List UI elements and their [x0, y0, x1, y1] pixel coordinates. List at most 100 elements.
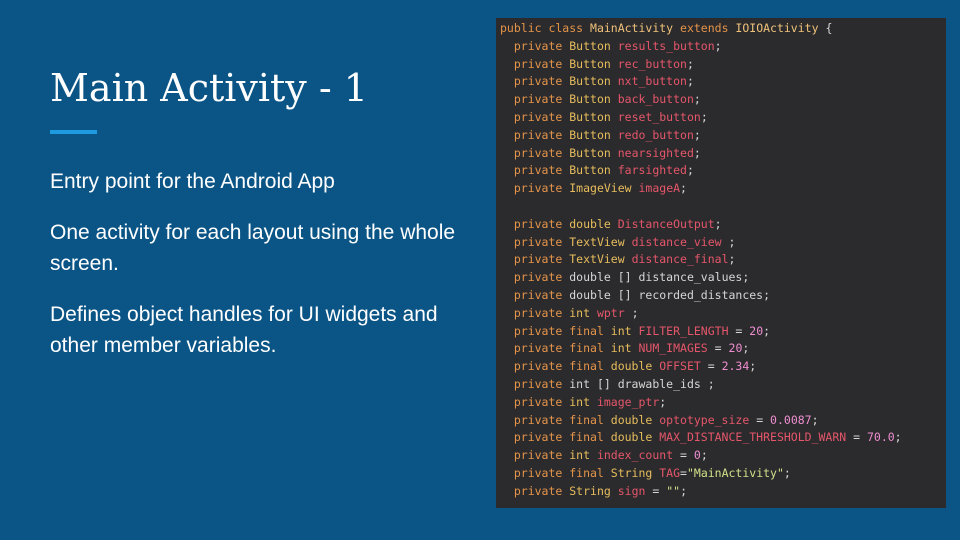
- code-token: ;: [714, 38, 722, 53]
- code-token: image_ptr: [596, 394, 660, 409]
- code-token: private: [500, 92, 570, 107]
- code-line: private final double MAX_DISTANCE_THRESH…: [500, 429, 902, 447]
- code-token: {: [818, 21, 833, 35]
- code-line: private final double optotype_size = 0.0…: [500, 412, 902, 430]
- code-token: =: [846, 430, 867, 445]
- code-token: =: [707, 341, 729, 356]
- code-token: double: [569, 216, 618, 231]
- code-token: nearsighted: [617, 145, 694, 160]
- code-token: int: [569, 394, 597, 409]
- code-token: distance_view: [631, 234, 722, 249]
- bullet-one-activity: One activity for each layout using the w…: [50, 221, 456, 275]
- code-line: private TextView distance_view ;: [500, 234, 902, 252]
- code-token: TextView: [569, 252, 632, 267]
- code-token: =: [673, 448, 694, 463]
- code-token: Button: [569, 109, 618, 124]
- code-token: ;: [700, 109, 708, 124]
- code-token: double [] recorded_distances;: [569, 287, 771, 302]
- code-line: private int wptr ;: [500, 305, 902, 323]
- code-token: int: [569, 448, 597, 463]
- code-token: String: [569, 483, 618, 498]
- code-token: reset_button: [617, 109, 701, 124]
- code-token: ;: [693, 127, 701, 142]
- code-line: private final int NUM_IMAGES = 20;: [500, 340, 902, 358]
- code-token: ;: [686, 163, 694, 178]
- code-token: ;: [700, 448, 708, 463]
- code-line: private Button nxt_button;: [500, 73, 902, 91]
- code-token: wptr: [596, 305, 625, 320]
- code-token: String: [610, 465, 660, 480]
- code-token: =: [749, 412, 771, 427]
- code-token: Button: [569, 92, 618, 107]
- code-token: 70.0: [866, 430, 895, 445]
- code-line: private Button reset_button;: [500, 109, 902, 127]
- code-token: =: [728, 323, 750, 338]
- code-token: IOIOActivity: [735, 21, 819, 35]
- code-listing: public class MainActivity extends IOIOAc…: [500, 20, 902, 501]
- code-token: private final: [500, 465, 611, 480]
- code-line: private final String TAG="MainActivity";: [500, 465, 902, 483]
- code-token: 20: [749, 323, 764, 338]
- code-token: private final: [500, 430, 611, 445]
- code-token: 20: [728, 341, 743, 356]
- code-token: ;: [783, 465, 791, 480]
- code-token: int [] drawable_ids ;: [569, 376, 715, 391]
- code-line: private double [] recorded_distances;: [500, 287, 902, 305]
- code-token: =: [700, 359, 722, 374]
- code-token: ;: [894, 430, 902, 445]
- code-token: back_button: [617, 92, 694, 107]
- code-line: private Button back_button;: [500, 91, 902, 109]
- code-token: Button: [569, 145, 618, 160]
- code-line: private final double OFFSET = 2.34;: [500, 358, 902, 376]
- code-token: ;: [680, 181, 687, 196]
- code-token: FILTER_LENGTH: [638, 323, 729, 338]
- code-line: private String sign = "";: [500, 483, 902, 501]
- bullet-object-handles: Defines object handles for UI widgets an…: [50, 303, 438, 357]
- code-token: private: [500, 234, 570, 249]
- code-line: public class MainActivity extends IOIOAc…: [500, 20, 902, 38]
- code-token: =: [645, 483, 667, 498]
- code-screenshot: public class MainActivity extends IOIOAc…: [496, 18, 946, 508]
- code-token: Button: [569, 56, 618, 71]
- code-token: private: [500, 38, 570, 53]
- code-line: private ImageView imageA;: [500, 180, 902, 198]
- title-underline: [50, 130, 97, 134]
- code-token: private final: [500, 412, 611, 427]
- code-token: private: [500, 216, 570, 231]
- code-token: 0: [693, 448, 701, 463]
- code-token: private: [500, 252, 570, 267]
- bullet-list: Entry point for the Android App One acti…: [50, 166, 470, 381]
- bullet-entry-point: Entry point for the Android App: [50, 170, 335, 193]
- code-token: private final: [500, 323, 611, 338]
- code-token: ;: [811, 412, 819, 427]
- code-token: private: [500, 56, 570, 71]
- code-token: private: [500, 305, 570, 320]
- code-token: private: [500, 376, 570, 391]
- code-token: farsighted: [617, 163, 687, 178]
- code-token: private final: [500, 341, 611, 356]
- code-line: private Button farsighted;: [500, 162, 902, 180]
- code-token: private final: [500, 359, 611, 374]
- code-token: private: [500, 448, 570, 463]
- code-token: "MainActivity": [686, 465, 784, 480]
- code-token: private: [500, 270, 570, 285]
- code-token: imageA: [638, 181, 681, 196]
- code-token: =: [680, 465, 687, 480]
- code-token: ;: [714, 216, 722, 231]
- code-token: double: [610, 430, 660, 445]
- code-token: private: [500, 127, 570, 142]
- code-token: redo_button: [617, 127, 694, 142]
- code-token: NUM_IMAGES: [638, 341, 708, 356]
- code-token: ;: [624, 305, 639, 320]
- code-line: private Button nearsighted;: [500, 145, 902, 163]
- code-token: int: [569, 305, 597, 320]
- code-token: Button: [569, 38, 618, 53]
- code-token: private: [500, 145, 570, 160]
- code-token: TextView: [569, 234, 632, 249]
- code-token: ;: [693, 145, 701, 160]
- code-token: nxt_button: [617, 74, 687, 89]
- code-token: double: [610, 412, 660, 427]
- code-token: private: [500, 109, 570, 124]
- code-line: private double DistanceOutput;: [500, 216, 902, 234]
